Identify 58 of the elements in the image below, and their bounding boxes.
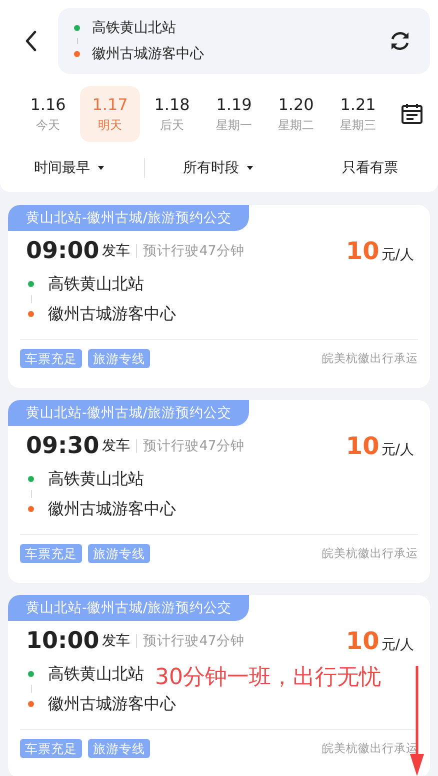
- price-unit: 元/人: [381, 441, 414, 459]
- duration-text: 预计行驶47分钟: [136, 634, 244, 648]
- operator-text: 皖美杭徽出行承运: [322, 546, 418, 561]
- back-icon[interactable]: [24, 30, 38, 52]
- departure-time: 10:00: [26, 628, 100, 654]
- destination-station: 徽州古城游客中心: [48, 693, 176, 715]
- date-tab[interactable]: 1.16 今天: [18, 86, 78, 142]
- start-dot-icon: [28, 476, 34, 482]
- tag-label: 旅游专线: [88, 739, 150, 758]
- destination-station: 徽州古城游客中心: [92, 45, 204, 64]
- origin-station: 高铁黄山北站: [48, 273, 144, 295]
- tag-label: 旅游专线: [88, 544, 150, 563]
- price: 10: [346, 432, 380, 460]
- origin-station: 高铁黄山北站: [92, 19, 176, 38]
- filter-button[interactable]: 所有时段: [183, 159, 303, 177]
- trip-card[interactable]: 黄山北站-徽州古城/旅游预约公交 09:00 发车 预计行驶47分钟 10 元/人 高铁黄山北站 徽州古城游客中心 车票充足 旅游专线 皖美杭徽出行承运: [8, 205, 430, 388]
- origin-station: 高铁黄山北站: [48, 663, 144, 685]
- tag-label: 车票充足: [20, 739, 82, 758]
- operator-text: 皖美杭徽出行承运: [322, 351, 418, 366]
- tag-label: 旅游专线: [88, 349, 150, 368]
- filter-button[interactable]: 时间最早: [34, 159, 144, 177]
- depart-label: 发车: [102, 242, 130, 260]
- date-tab[interactable]: 1.21 星期三: [328, 86, 388, 142]
- end-dot-icon: [74, 51, 80, 57]
- depart-label: 发车: [102, 632, 130, 650]
- departure-time: 09:30: [26, 433, 100, 459]
- departure-time: 09:00: [26, 238, 100, 264]
- end-dot-icon: [28, 311, 34, 317]
- price-unit: 元/人: [381, 246, 414, 264]
- duration-text: 预计行驶47分钟: [136, 244, 244, 258]
- calendar-icon[interactable]: [400, 102, 424, 126]
- start-dot-icon: [74, 25, 80, 31]
- line-label: 黄山北站-徽州古城/旅游预约公交: [8, 400, 250, 426]
- origin-station: 高铁黄山北站: [48, 468, 144, 490]
- start-dot-icon: [28, 281, 34, 287]
- date-tab[interactable]: 1.20 星期二: [266, 86, 326, 142]
- annotation-text: 30分钟一班，出行无忧: [155, 664, 381, 692]
- tag-label: 车票充足: [20, 349, 82, 368]
- tag-label: 车票充足: [20, 544, 82, 563]
- depart-label: 发车: [102, 437, 130, 455]
- line-label: 黄山北站-徽州古城/旅游预约公交: [8, 595, 250, 621]
- caret-icon: [98, 166, 104, 170]
- line-label: 黄山北站-徽州古城/旅游预约公交: [8, 205, 250, 231]
- caret-icon: [247, 166, 253, 170]
- end-dot-icon: [28, 701, 34, 707]
- filter-button[interactable]: 只看有票: [342, 159, 398, 177]
- duration-text: 预计行驶47分钟: [136, 439, 244, 453]
- destination-station: 徽州古城游客中心: [48, 303, 176, 325]
- date-tab[interactable]: 1.19 星期一: [204, 86, 264, 142]
- start-dot-icon: [28, 671, 34, 677]
- destination-station: 徽州古城游客中心: [48, 498, 176, 520]
- price: 10: [346, 627, 380, 655]
- price: 10: [346, 237, 380, 265]
- price-unit: 元/人: [381, 636, 414, 654]
- date-tab[interactable]: 1.18 后天: [142, 86, 202, 142]
- trip-card[interactable]: 黄山北站-徽州古城/旅游预约公交 09:30 发车 预计行驶47分钟 10 元/人 高铁黄山北站 徽州古城游客中心 车票充足 旅游专线 皖美杭徽出行承运: [8, 400, 430, 583]
- route-panel[interactable]: 高铁黄山北站 徽州古城游客中心: [58, 8, 430, 74]
- end-dot-icon: [28, 506, 34, 512]
